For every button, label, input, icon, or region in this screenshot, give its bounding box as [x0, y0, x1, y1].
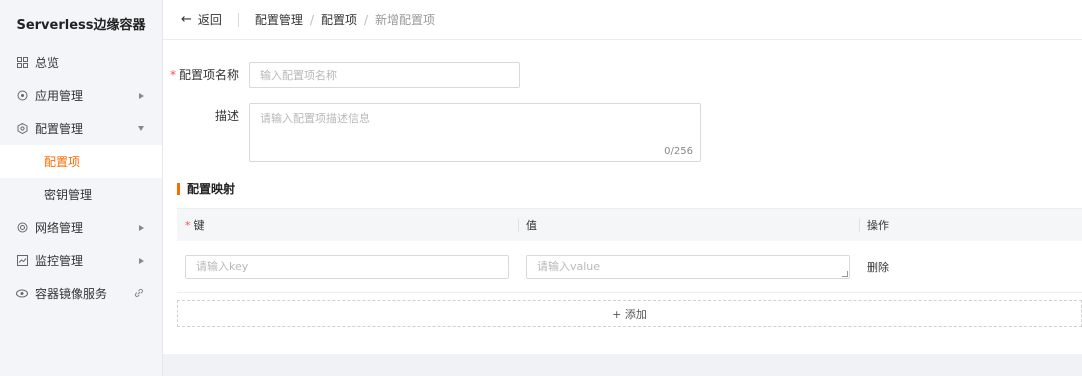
required-mark: * — [169, 68, 176, 82]
delete-button[interactable]: 删除 — [867, 259, 889, 275]
action-cell: 删除 — [859, 259, 1082, 275]
sidebar-item-label: 应用管理 — [35, 89, 84, 103]
app-icon — [16, 90, 28, 102]
column-header-key-text: 键 — [193, 219, 205, 232]
breadcrumb: 配置管理 / 配置项 / 新增配置项 — [255, 11, 435, 28]
monitor-icon — [16, 255, 28, 267]
sidebar-item-label: 总览 — [35, 56, 60, 70]
sidebar-item-label: 监控管理 — [35, 254, 84, 268]
sidebar-item-monitor[interactable]: 监控管理 — [0, 244, 162, 277]
description-wrapper: 0/256 — [249, 103, 701, 165]
sidebar-item-apps[interactable]: 应用管理 — [0, 79, 162, 112]
brand-title: Serverless边缘容器 — [16, 17, 146, 33]
name-label: * 配置项名称 — [163, 62, 249, 88]
name-label-text: 配置项名称 — [178, 68, 239, 82]
external-link-icon — [134, 287, 144, 301]
chevron-right-icon — [139, 224, 144, 231]
main-panel: *配置项名称 描述 0/256 配置映射 *键 值 操作 — [163, 40, 1082, 354]
key-input[interactable] — [185, 254, 509, 279]
mapping-table: *键 值 操作 删除 — [177, 208, 1082, 293]
page-header: ← 返回 配置管理 / 配置项 / 新增配置项 — [163, 0, 1082, 40]
config-name-input[interactable] — [249, 62, 520, 88]
required-mark: * — [185, 218, 191, 232]
value-wrapper — [526, 254, 850, 279]
arrow-left-icon: ← — [181, 12, 192, 27]
char-counter: 0/256 — [664, 146, 693, 157]
sidebar-item-config[interactable]: 配置管理 — [0, 112, 162, 145]
back-button[interactable]: ← 返回 — [181, 11, 222, 28]
breadcrumb-item-config-management[interactable]: 配置管理 — [255, 11, 303, 28]
chevron-right-icon — [139, 257, 144, 264]
breadcrumb-item-config-items[interactable]: 配置项 — [321, 11, 357, 28]
breadcrumb-separator: / — [309, 12, 314, 27]
sidebar-item-label: 网络管理 — [35, 221, 84, 235]
dashboard-icon — [16, 57, 28, 69]
table-row: 删除 — [177, 241, 1082, 293]
key-cell — [177, 254, 518, 279]
sidebar-item-label: 容器镜像服务 — [35, 287, 108, 301]
sidebar-item-overview[interactable]: 总览 — [0, 46, 162, 79]
back-label: 返回 — [197, 13, 222, 27]
sidebar-menu: 总览 应用管理 配置管理 配置项 密钥管理 网络管理 监控管理 容器镜像服务 — [0, 46, 162, 310]
sidebar: Serverless边缘容器 总览 应用管理 配置管理 配置项 密钥管理 网络管… — [0, 0, 163, 376]
sidebar-item-label: 配置管理 — [35, 122, 84, 136]
description-textarea[interactable] — [249, 103, 701, 162]
value-input[interactable] — [526, 254, 850, 279]
chevron-down-icon — [138, 126, 144, 131]
form-row-description: 描述 0/256 — [163, 103, 701, 165]
image-icon — [16, 288, 28, 300]
sidebar-subitem-secrets[interactable]: 密钥管理 — [0, 178, 162, 211]
section-accent-bar — [177, 182, 180, 195]
breadcrumb-separator: / — [364, 12, 369, 27]
resize-handle-icon[interactable] — [842, 270, 848, 277]
config-icon — [16, 123, 28, 135]
column-header-key: * 键 — [177, 209, 518, 241]
column-header-action: 操作 — [859, 209, 1082, 241]
section-title-mapping: 配置映射 — [177, 180, 235, 197]
form-row-name: * 配置项名称 — [163, 62, 520, 88]
breadcrumb-item-current: 新增配置项 — [375, 13, 436, 27]
sidebar-item-image-service[interactable]: 容器镜像服务 — [0, 277, 162, 310]
table-header: * 键 值 操作 — [177, 208, 1082, 241]
desc-label: 描述 — [214, 109, 239, 123]
add-row-button[interactable]: + 添加 — [177, 300, 1082, 327]
chevron-right-icon — [139, 92, 144, 99]
sidebar-item-network[interactable]: 网络管理 — [0, 211, 162, 244]
sidebar-subitem-config-items[interactable]: 配置项 — [0, 145, 162, 178]
network-icon — [16, 222, 28, 234]
column-header-value: 值 — [518, 209, 859, 241]
header-divider — [237, 12, 239, 27]
value-cell — [518, 254, 859, 279]
section-title-text: 配置映射 — [187, 182, 236, 196]
